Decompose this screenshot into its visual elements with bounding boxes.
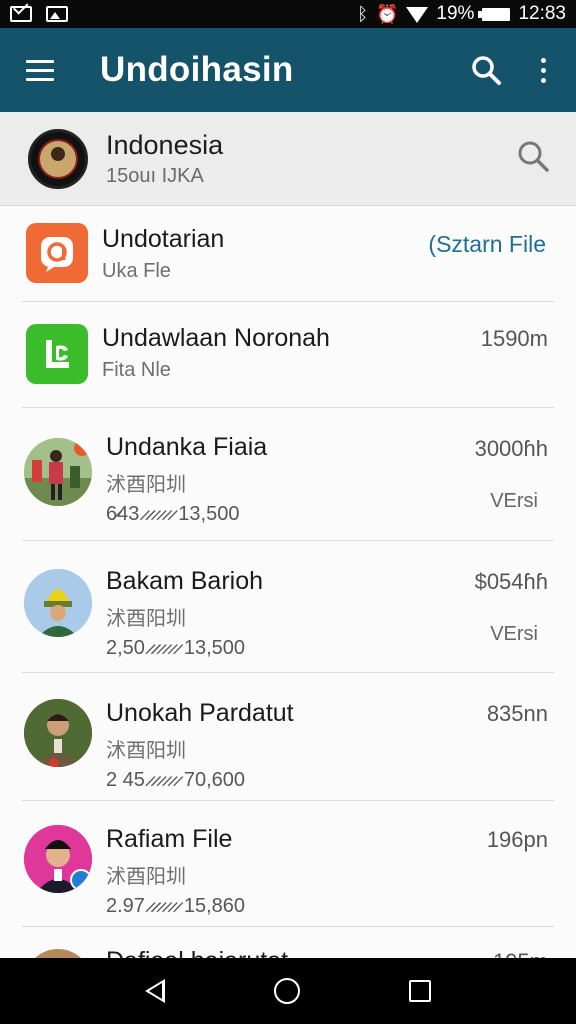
avatar bbox=[24, 825, 92, 893]
list-item[interactable]: Rafiam File 沭酉阳圳 2.97 ̷ ̷̷ ̷ ̷ ̷ ̷ 15,86… bbox=[0, 801, 576, 927]
avatar bbox=[24, 699, 92, 767]
more-vert-icon[interactable] bbox=[514, 28, 572, 112]
header-title: Indonesia bbox=[106, 129, 224, 160]
bluetooth-icon: ᛒ bbox=[357, 4, 368, 24]
item-meta: 6̷43 ̷ ̷̷ ̷ ̷ ̷ ̷ 13,500 bbox=[106, 503, 240, 525]
navigation-bar bbox=[0, 958, 576, 1024]
item-size: $054ɦɦ bbox=[474, 569, 548, 594]
battery-icon bbox=[478, 7, 511, 21]
item-title: Rafiam File bbox=[106, 825, 233, 853]
item-size: 1590m bbox=[480, 326, 548, 351]
file-list: Undotarian Uka Fle (Sztarn File Undawlaa… bbox=[0, 207, 576, 1017]
chat-app-icon bbox=[26, 223, 88, 283]
item-version: VErsi bbox=[490, 490, 538, 512]
header-row[interactable]: Indonesia 15ouı IJKA bbox=[0, 112, 576, 206]
app-title: Undoihasin bbox=[100, 50, 294, 89]
clock: 12:83 bbox=[518, 3, 566, 24]
item-title: Bakam Barioh bbox=[106, 567, 264, 595]
back-icon[interactable] bbox=[144, 979, 165, 1003]
item-size: 3000ɦh bbox=[474, 436, 548, 461]
item-version: VErsi bbox=[490, 623, 538, 645]
app-icon bbox=[26, 324, 88, 384]
item-size: 196pn bbox=[486, 827, 548, 852]
alarm-icon: ⏰ bbox=[376, 4, 399, 24]
list-item[interactable]: Undawlaan Noronah Fita Nle 1590m bbox=[0, 302, 576, 408]
search-icon[interactable] bbox=[458, 28, 514, 112]
avatar bbox=[28, 128, 88, 189]
avatar bbox=[24, 569, 92, 637]
wifi-icon bbox=[406, 7, 429, 23]
app-bar: Undoihasin bbox=[0, 28, 576, 112]
list-item[interactable]: Unokah Pardatut 沭酉阳圳 2 45 ̷ ̷̷ ̷ ̷ ̷ ̷ 7… bbox=[0, 673, 576, 801]
item-subtitle: 沭酉阳圳 bbox=[106, 608, 186, 630]
item-title: Undotarian bbox=[102, 225, 225, 253]
item-subtitle: 沭酉阳圳 bbox=[106, 474, 186, 496]
item-title: Unokah Pardatut bbox=[106, 699, 294, 727]
start-file-link[interactable]: (Sztarn File bbox=[428, 231, 546, 258]
item-subtitle: Uka Fle bbox=[102, 260, 171, 282]
home-icon[interactable] bbox=[273, 978, 300, 1004]
item-title: Undanka Fiaia bbox=[106, 433, 268, 461]
list-item[interactable]: Bakam Barioh 沭酉阳圳 2,50 ̷ ̷̷ ̷ ̷ ̷ ̷ 13,5… bbox=[0, 541, 576, 673]
mail-icon bbox=[10, 6, 32, 22]
search-icon[interactable] bbox=[516, 139, 550, 178]
battery-percent: 19% bbox=[436, 3, 475, 24]
list-item[interactable]: Undanka Fiaia 沭酉阳圳 6̷43 ̷ ̷̷ ̷ ̷ ̷ ̷ 13,… bbox=[0, 408, 576, 541]
item-meta: 2,50 ̷ ̷̷ ̷ ̷ ̷ ̷ 13,500 bbox=[106, 637, 245, 659]
menu-icon[interactable] bbox=[0, 28, 80, 112]
item-meta: 2 45 ̷ ̷̷ ̷ ̷ ̷ ̷ 70,600 bbox=[106, 769, 245, 791]
status-bar: ᛒ ⏰ 19% 12:83 bbox=[0, 0, 576, 28]
list-item[interactable]: Undotarian Uka Fle (Sztarn File bbox=[0, 207, 576, 302]
app-screen: ᛒ ⏰ 19% 12:83 Undoihasin Indonesia 15ouı… bbox=[0, 0, 576, 1024]
image-icon bbox=[46, 6, 68, 22]
item-subtitle: 沭酉阳圳 bbox=[106, 866, 186, 888]
item-title: Undawlaan Noronah bbox=[102, 324, 330, 352]
header-subtitle: 15ouı IJKA bbox=[106, 164, 204, 187]
recents-icon[interactable] bbox=[409, 980, 432, 1002]
item-size: 835nn bbox=[486, 701, 548, 726]
item-subtitle: Fita Nle bbox=[102, 359, 171, 381]
avatar bbox=[24, 438, 92, 506]
item-subtitle: 沭酉阳圳 bbox=[106, 740, 186, 762]
item-meta: 2.97 ̷ ̷̷ ̷ ̷ ̷ ̷ 15,860 bbox=[106, 895, 245, 917]
